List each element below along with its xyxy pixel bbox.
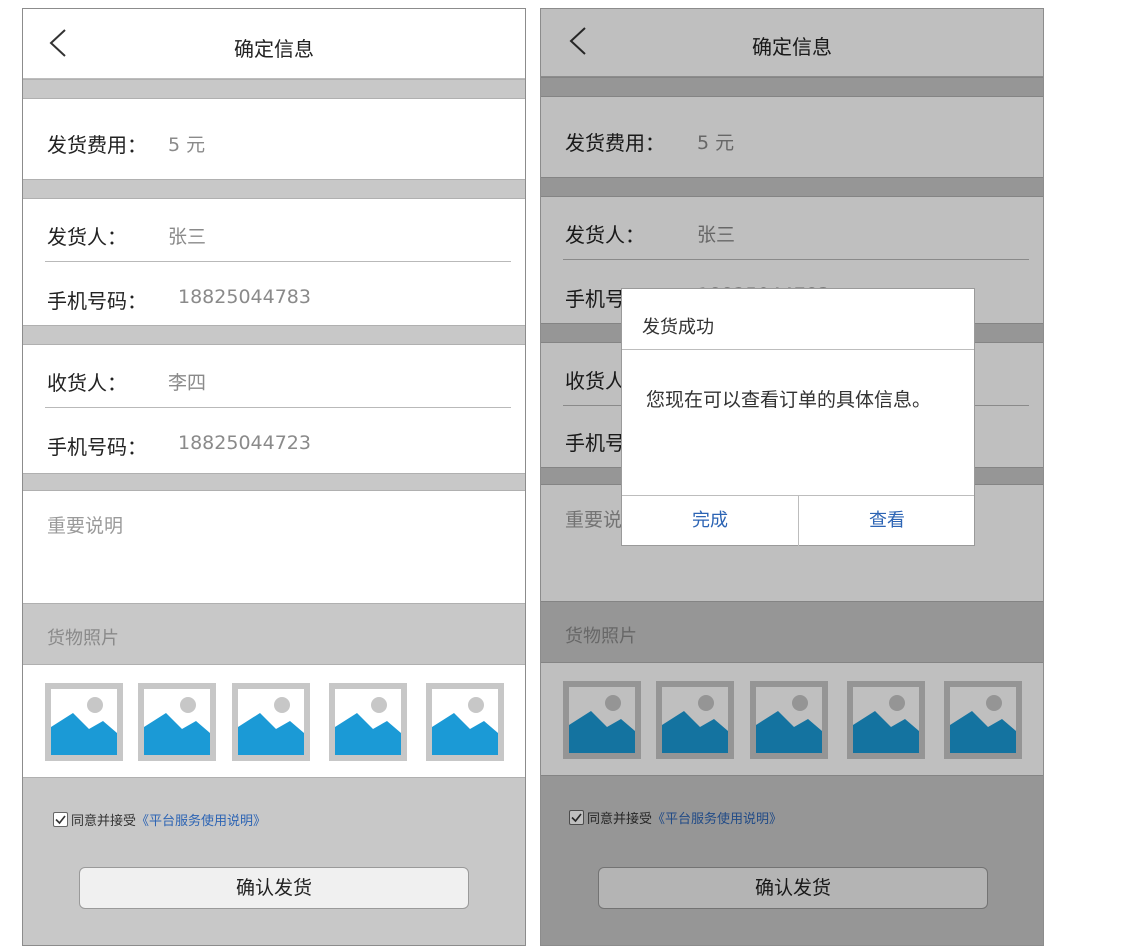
agreement-text: 同意并接受: [71, 814, 137, 829]
divider: [45, 261, 511, 262]
receiver-section: 收货人： 李四 手机号码： 18825044723: [23, 345, 525, 473]
confirm-screen: 确定信息 发货费用： 5 元 发货人： 张三 手机号码： 18825044783…: [22, 8, 526, 946]
receiver-phone-label: 手机号码：: [47, 435, 147, 459]
photo-placeholder[interactable]: [138, 683, 216, 761]
dialog-divider: [622, 349, 974, 350]
image-placeholder-icon: [432, 689, 498, 755]
image-placeholder-icon: [335, 689, 401, 755]
receiver-name-value: 李四: [168, 372, 207, 394]
divider: [45, 407, 511, 408]
fee-label: 发货费用：: [47, 133, 147, 157]
section-gap: [23, 79, 525, 99]
sender-section: 发货人： 张三 手机号码： 18825044783: [23, 199, 525, 325]
image-placeholder-icon: [144, 689, 210, 755]
photo-list: [23, 665, 525, 777]
photos-label: 货物照片: [47, 628, 119, 649]
photo-placeholder[interactable]: [232, 683, 310, 761]
agreement: 同意并接受 《平台服务使用说明》: [53, 810, 266, 829]
done-button[interactable]: 完成: [622, 497, 798, 545]
photo-placeholder[interactable]: [45, 683, 123, 761]
success-dialog: 发货成功 您现在可以查看订单的具体信息。 完成 查看: [621, 288, 975, 546]
fee-row: 发货费用： 5 元: [23, 99, 525, 179]
nav-header: 确定信息: [23, 9, 525, 79]
agree-checkbox[interactable]: [53, 812, 68, 827]
fee-value: 5 元: [168, 134, 206, 156]
confirm-screen-with-dialog: 确定信息 发货费用： 5 元 发货人： 张三 手机号码： 18825044783…: [540, 8, 1044, 946]
receiver-name-label: 收货人：: [47, 371, 127, 395]
checkmark-icon: [55, 815, 66, 825]
section-gap: [23, 473, 525, 491]
receiver-phone-value: 18825044723: [178, 432, 311, 454]
photos-header: 货物照片: [23, 603, 525, 665]
dialog-message: 您现在可以查看订单的具体信息。: [646, 389, 932, 411]
sender-phone-label: 手机号码：: [47, 289, 147, 313]
photo-placeholder[interactable]: [426, 683, 504, 761]
sender-name-value: 张三: [168, 226, 207, 248]
sender-phone-value: 18825044783: [178, 286, 311, 308]
photo-placeholder[interactable]: [329, 683, 407, 761]
footer: 同意并接受 《平台服务使用说明》 确认发货: [23, 777, 525, 945]
confirm-shipment-button[interactable]: 确认发货: [79, 867, 469, 909]
sender-name-label: 发货人：: [47, 225, 127, 249]
note-label: 重要说明: [47, 515, 124, 537]
section-gap: [23, 325, 525, 345]
page-title: 确定信息: [234, 37, 314, 61]
section-gap: [23, 179, 525, 199]
view-order-button[interactable]: 查看: [799, 497, 975, 545]
note-field[interactable]: 重要说明: [23, 491, 525, 603]
image-placeholder-icon: [51, 689, 117, 755]
agreement-link[interactable]: 《平台服务使用说明》: [136, 810, 266, 829]
image-placeholder-icon: [238, 689, 304, 755]
dialog-title: 发货成功: [642, 317, 714, 338]
